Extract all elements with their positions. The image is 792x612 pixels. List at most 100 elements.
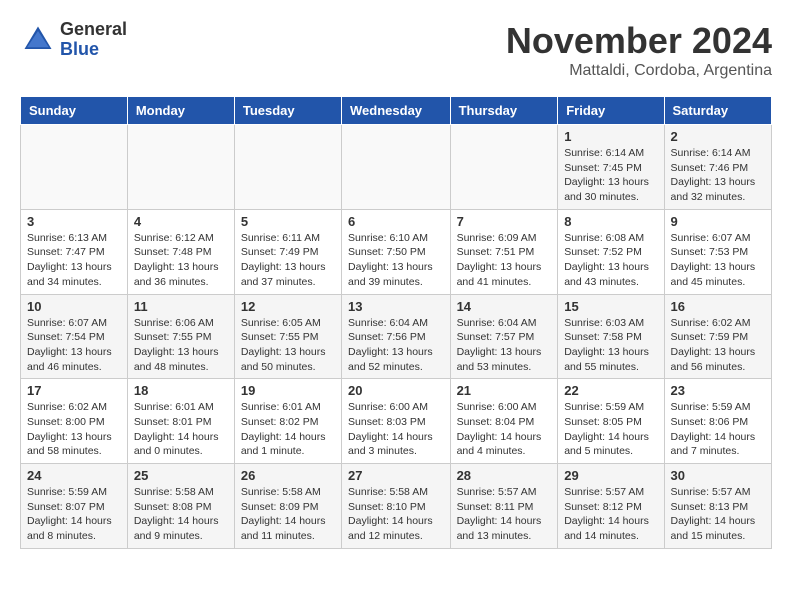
day-number: 23 (671, 383, 765, 398)
day-number: 17 (27, 383, 121, 398)
day-info: Sunrise: 6:02 AM Sunset: 7:59 PM Dayligh… (671, 316, 765, 375)
calendar: SundayMondayTuesdayWednesdayThursdayFrid… (20, 96, 772, 549)
day-cell: 19 Sunrise: 6:01 AM Sunset: 8:02 PM Dayli… (234, 379, 341, 464)
day-cell: 29 Sunrise: 5:57 AM Sunset: 8:12 PM Dayli… (558, 464, 664, 549)
day-info: Sunrise: 6:11 AM Sunset: 7:49 PM Dayligh… (241, 231, 335, 290)
day-number: 30 (671, 468, 765, 483)
logo-general-text: General (60, 20, 127, 40)
day-cell: 6 Sunrise: 6:10 AM Sunset: 7:50 PM Daylig… (342, 209, 451, 294)
week-row-2: 3Sunrise: 6:13 AM Sunset: 7:47 PM Daylig… (21, 209, 772, 294)
day-number: 9 (671, 214, 765, 229)
week-row-5: 24Sunrise: 5:59 AM Sunset: 8:07 PM Dayli… (21, 464, 772, 549)
title-area: November 2024 Mattaldi, Cordoba, Argenti… (506, 20, 772, 80)
day-info: Sunrise: 6:04 AM Sunset: 7:56 PM Dayligh… (348, 316, 444, 375)
day-number: 5 (241, 214, 335, 229)
day-number: 20 (348, 383, 444, 398)
week-row-1: 1Sunrise: 6:14 AM Sunset: 7:45 PM Daylig… (21, 125, 772, 210)
logo-blue-text: Blue (60, 40, 127, 60)
day-cell (234, 125, 341, 210)
day-info: Sunrise: 6:00 AM Sunset: 8:03 PM Dayligh… (348, 400, 444, 459)
day-info: Sunrise: 6:02 AM Sunset: 8:00 PM Dayligh… (27, 400, 121, 459)
day-cell (127, 125, 234, 210)
day-number: 6 (348, 214, 444, 229)
day-cell: 4 Sunrise: 6:12 AM Sunset: 7:48 PM Daylig… (127, 209, 234, 294)
day-info: Sunrise: 5:58 AM Sunset: 8:10 PM Dayligh… (348, 485, 444, 544)
day-info: Sunrise: 6:05 AM Sunset: 7:55 PM Dayligh… (241, 316, 335, 375)
day-cell: 10 Sunrise: 6:07 AM Sunset: 7:54 PM Dayli… (21, 294, 128, 379)
day-info: Sunrise: 5:59 AM Sunset: 8:05 PM Dayligh… (564, 400, 657, 459)
day-info: Sunrise: 6:04 AM Sunset: 7:57 PM Dayligh… (457, 316, 552, 375)
day-number: 16 (671, 299, 765, 314)
day-cell: 25 Sunrise: 5:58 AM Sunset: 8:08 PM Dayli… (127, 464, 234, 549)
day-info: Sunrise: 6:12 AM Sunset: 7:48 PM Dayligh… (134, 231, 228, 290)
week-row-3: 10 Sunrise: 6:07 AM Sunset: 7:54 PM Dayli… (21, 294, 772, 379)
day-number: 7 (457, 214, 552, 229)
day-cell: 13 Sunrise: 6:04 AM Sunset: 7:56 PM Dayli… (342, 294, 451, 379)
weekday-header-sunday: Sunday (21, 97, 128, 125)
day-cell: 15 Sunrise: 6:03 AM Sunset: 7:58 PM Dayli… (558, 294, 664, 379)
day-info: Sunrise: 5:58 AM Sunset: 8:08 PM Dayligh… (134, 485, 228, 544)
day-cell: 20 Sunrise: 6:00 AM Sunset: 8:03 PM Dayli… (342, 379, 451, 464)
calendar-header: SundayMondayTuesdayWednesdayThursdayFrid… (21, 97, 772, 125)
day-cell: 5 Sunrise: 6:11 AM Sunset: 7:49 PM Daylig… (234, 209, 341, 294)
weekday-header-thursday: Thursday (450, 97, 558, 125)
day-number: 13 (348, 299, 444, 314)
day-cell: 7Sunrise: 6:09 AM Sunset: 7:51 PM Daylig… (450, 209, 558, 294)
day-cell: 9Sunrise: 6:07 AM Sunset: 7:53 PM Daylig… (664, 209, 771, 294)
day-info: Sunrise: 5:57 AM Sunset: 8:11 PM Dayligh… (457, 485, 552, 544)
day-info: Sunrise: 6:10 AM Sunset: 7:50 PM Dayligh… (348, 231, 444, 290)
weekday-row: SundayMondayTuesdayWednesdayThursdayFrid… (21, 97, 772, 125)
logo-text: General Blue (60, 20, 127, 60)
day-info: Sunrise: 6:03 AM Sunset: 7:58 PM Dayligh… (564, 316, 657, 375)
day-number: 21 (457, 383, 552, 398)
day-cell: 30 Sunrise: 5:57 AM Sunset: 8:13 PM Dayli… (664, 464, 771, 549)
day-number: 11 (134, 299, 228, 314)
day-cell: 22 Sunrise: 5:59 AM Sunset: 8:05 PM Dayli… (558, 379, 664, 464)
day-info: Sunrise: 6:07 AM Sunset: 7:54 PM Dayligh… (27, 316, 121, 375)
day-number: 18 (134, 383, 228, 398)
weekday-header-friday: Friday (558, 97, 664, 125)
day-info: Sunrise: 6:08 AM Sunset: 7:52 PM Dayligh… (564, 231, 657, 290)
day-cell: 11Sunrise: 6:06 AM Sunset: 7:55 PM Dayli… (127, 294, 234, 379)
week-row-4: 17 Sunrise: 6:02 AM Sunset: 8:00 PM Dayli… (21, 379, 772, 464)
day-info: Sunrise: 6:01 AM Sunset: 8:01 PM Dayligh… (134, 400, 228, 459)
weekday-header-wednesday: Wednesday (342, 97, 451, 125)
day-cell: 16 Sunrise: 6:02 AM Sunset: 7:59 PM Dayli… (664, 294, 771, 379)
weekday-header-monday: Monday (127, 97, 234, 125)
day-info: Sunrise: 5:57 AM Sunset: 8:13 PM Dayligh… (671, 485, 765, 544)
day-number: 2 (671, 129, 765, 144)
day-cell: 24Sunrise: 5:59 AM Sunset: 8:07 PM Dayli… (21, 464, 128, 549)
day-number: 19 (241, 383, 335, 398)
day-cell: 21Sunrise: 6:00 AM Sunset: 8:04 PM Dayli… (450, 379, 558, 464)
weekday-header-saturday: Saturday (664, 97, 771, 125)
day-number: 29 (564, 468, 657, 483)
day-number: 24 (27, 468, 121, 483)
day-cell: 27Sunrise: 5:58 AM Sunset: 8:10 PM Dayli… (342, 464, 451, 549)
day-number: 22 (564, 383, 657, 398)
day-cell (21, 125, 128, 210)
day-number: 4 (134, 214, 228, 229)
day-info: Sunrise: 5:57 AM Sunset: 8:12 PM Dayligh… (564, 485, 657, 544)
day-cell: 1Sunrise: 6:14 AM Sunset: 7:45 PM Daylig… (558, 125, 664, 210)
logo-icon (20, 22, 56, 58)
weekday-header-tuesday: Tuesday (234, 97, 341, 125)
day-cell: 14Sunrise: 6:04 AM Sunset: 7:57 PM Dayli… (450, 294, 558, 379)
day-info: Sunrise: 6:14 AM Sunset: 7:46 PM Dayligh… (671, 146, 765, 205)
day-cell: 8 Sunrise: 6:08 AM Sunset: 7:52 PM Daylig… (558, 209, 664, 294)
logo: General Blue (20, 20, 127, 60)
day-cell: 28 Sunrise: 5:57 AM Sunset: 8:11 PM Dayli… (450, 464, 558, 549)
day-number: 28 (457, 468, 552, 483)
day-number: 12 (241, 299, 335, 314)
day-number: 15 (564, 299, 657, 314)
day-number: 10 (27, 299, 121, 314)
day-info: Sunrise: 6:13 AM Sunset: 7:47 PM Dayligh… (27, 231, 121, 290)
day-number: 8 (564, 214, 657, 229)
header: General Blue November 2024 Mattaldi, Cor… (20, 20, 772, 80)
day-cell: 3Sunrise: 6:13 AM Sunset: 7:47 PM Daylig… (21, 209, 128, 294)
calendar-body: 1Sunrise: 6:14 AM Sunset: 7:45 PM Daylig… (21, 125, 772, 549)
day-info: Sunrise: 6:01 AM Sunset: 8:02 PM Dayligh… (241, 400, 335, 459)
day-cell (450, 125, 558, 210)
day-number: 25 (134, 468, 228, 483)
day-info: Sunrise: 6:14 AM Sunset: 7:45 PM Dayligh… (564, 146, 657, 205)
day-info: Sunrise: 5:59 AM Sunset: 8:06 PM Dayligh… (671, 400, 765, 459)
